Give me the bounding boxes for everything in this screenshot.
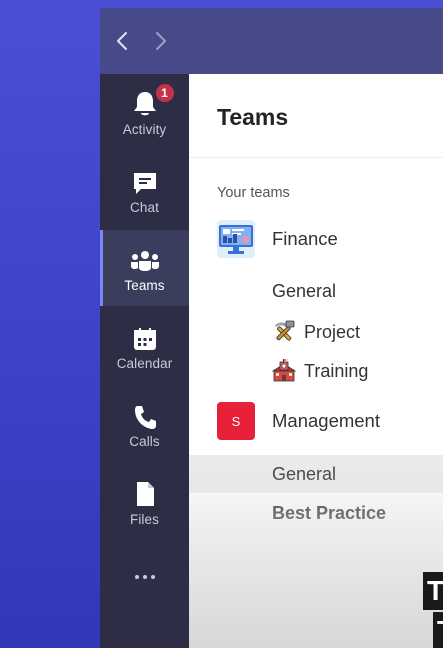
team-name: Finance [272, 228, 338, 249]
rail-item-files[interactable]: Files [100, 464, 189, 540]
rail-item-label: Teams [124, 278, 165, 293]
rail-item-label: Chat [130, 200, 159, 215]
back-arrow-icon[interactable] [110, 28, 134, 54]
chat-icon [132, 160, 158, 196]
page-title: Teams [217, 104, 289, 130]
rail-item-teams[interactable]: Teams [100, 230, 189, 306]
teams-window: 1 Activity Chat Teams Calendar Calls Fil… [100, 8, 443, 648]
rail-item-label: Activity [122, 122, 167, 137]
channel-name: Project [304, 321, 361, 342]
channel-project[interactable]: Project [189, 311, 443, 349]
phone-icon [133, 394, 157, 430]
video-caption-fragment: T [433, 612, 443, 648]
forward-arrow-icon[interactable] [149, 28, 173, 54]
channel-name: Training [304, 360, 369, 381]
team-row-management[interactable]: S Management [189, 400, 443, 442]
rail-item-chat[interactable]: Chat [100, 152, 189, 228]
channel-general[interactable]: General [189, 272, 443, 310]
title-bar [100, 8, 443, 74]
app-bar: 1 Activity Chat Teams Calendar Calls Fil… [100, 74, 189, 648]
rail-item-label: Calendar [116, 356, 173, 371]
more-dots-icon[interactable] [100, 562, 189, 592]
rail-item-label: Calls [129, 434, 160, 449]
rail-item-label: Files [129, 512, 159, 527]
channel-best-practice[interactable]: Best Practice [189, 494, 443, 532]
bell-icon: 1 [132, 82, 176, 118]
team-name: Management [272, 410, 380, 431]
teams-icon [130, 238, 160, 274]
teams-panel: Teams Your teams Finance General Project… [189, 74, 443, 648]
rail-item-activity[interactable]: 1 Activity [100, 74, 189, 150]
file-icon [134, 472, 156, 508]
finance-team-avatar [217, 220, 255, 258]
team-row-finance[interactable]: Finance [189, 218, 443, 260]
channel-name: Best Practice [272, 503, 387, 523]
rail-item-calendar[interactable]: Calendar [100, 308, 189, 384]
video-caption-fragment: T [423, 572, 443, 610]
channel-general-selected[interactable]: General [189, 455, 443, 493]
management-team-avatar: S [217, 402, 255, 440]
channel-name: General [272, 281, 337, 301]
pick-hammer-icon [272, 320, 296, 344]
rail-item-calls[interactable]: Calls [100, 386, 189, 462]
channel-name: General [272, 464, 337, 484]
panel-header: Teams [189, 74, 443, 158]
your-teams-label: Your teams [217, 185, 290, 201]
activity-badge: 1 [153, 82, 176, 104]
school-building-icon [271, 359, 297, 383]
calendar-icon [132, 316, 158, 352]
channel-training[interactable]: Training [189, 350, 443, 388]
